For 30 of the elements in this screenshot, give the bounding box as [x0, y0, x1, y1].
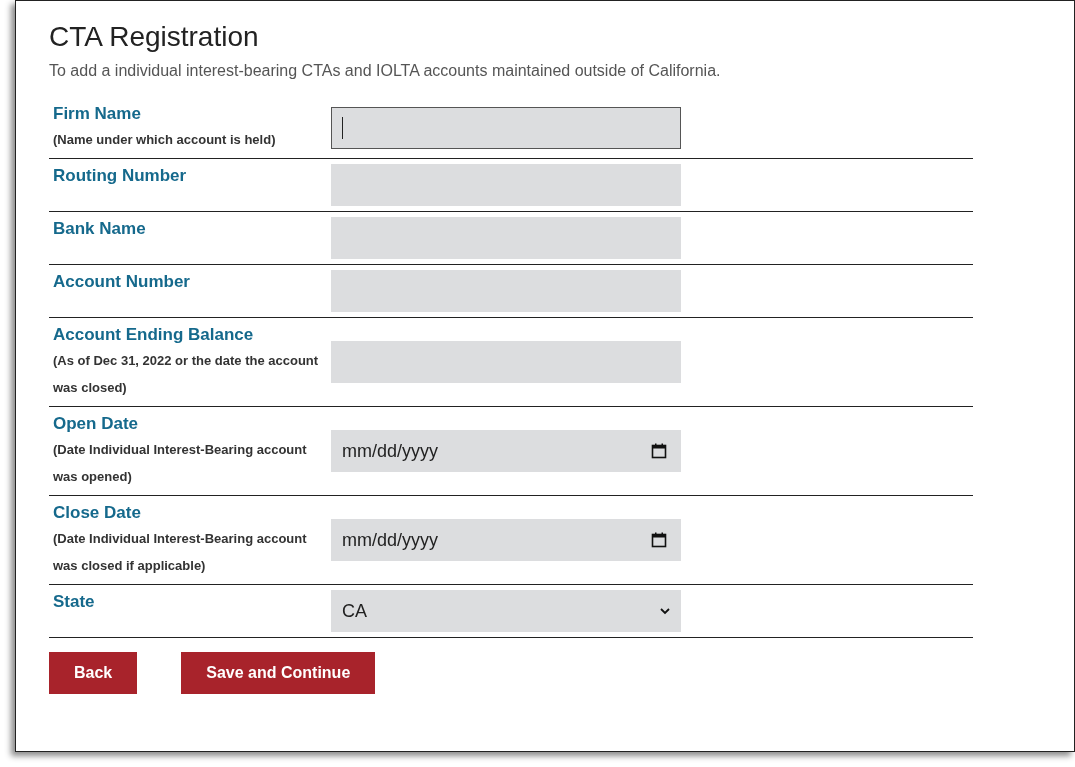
- field-hint: (As of Dec 31, 2022 or the date the account was closed): [53, 352, 320, 397]
- calendar-icon: [651, 532, 667, 548]
- field-hint: (Date Individual Interest-Bearing account was opened): [53, 441, 308, 486]
- field-label: Close Date: [53, 502, 142, 524]
- input-field[interactable]: [331, 217, 681, 259]
- calendar-icon: [651, 443, 667, 459]
- input-field[interactable]: [331, 341, 681, 383]
- input-field[interactable]: [331, 106, 681, 149]
- field-label: Bank Name: [53, 218, 147, 240]
- field-hint: (Date Individual Interest-Bearing account was closed if applicable): [53, 530, 308, 575]
- page-subtitle: To add a individual interest-bearing CTAs and IOLTA accounts maintained outside of California.: [49, 61, 722, 81]
- state-select[interactable]: CA: [331, 590, 681, 632]
- field-label: Account Ending Balance: [53, 324, 255, 346]
- input-field[interactable]: [331, 270, 681, 312]
- field-label: Firm Name: [53, 103, 142, 125]
- field-hint: (Name under which account is held): [53, 131, 277, 149]
- page-title: CTA Registration: [49, 20, 260, 54]
- back-button[interactable]: Back: [49, 652, 138, 694]
- date-field[interactable]: mm/dd/yyyy: [331, 430, 681, 472]
- field-label: Open Date: [53, 413, 140, 435]
- date-placeholder: mm/dd/yyyy: [342, 528, 438, 552]
- input-field[interactable]: [331, 164, 681, 206]
- save-button[interactable]: Save and Continue: [181, 652, 376, 694]
- date-placeholder: mm/dd/yyyy: [342, 439, 438, 463]
- text-cursor: [342, 116, 343, 139]
- field-label: State: [53, 591, 96, 613]
- date-field[interactable]: mm/dd/yyyy: [331, 519, 681, 561]
- field-label: Routing Number: [53, 165, 188, 187]
- field-label: Account Number: [53, 271, 191, 293]
- chevron-down-icon: [660, 607, 670, 615]
